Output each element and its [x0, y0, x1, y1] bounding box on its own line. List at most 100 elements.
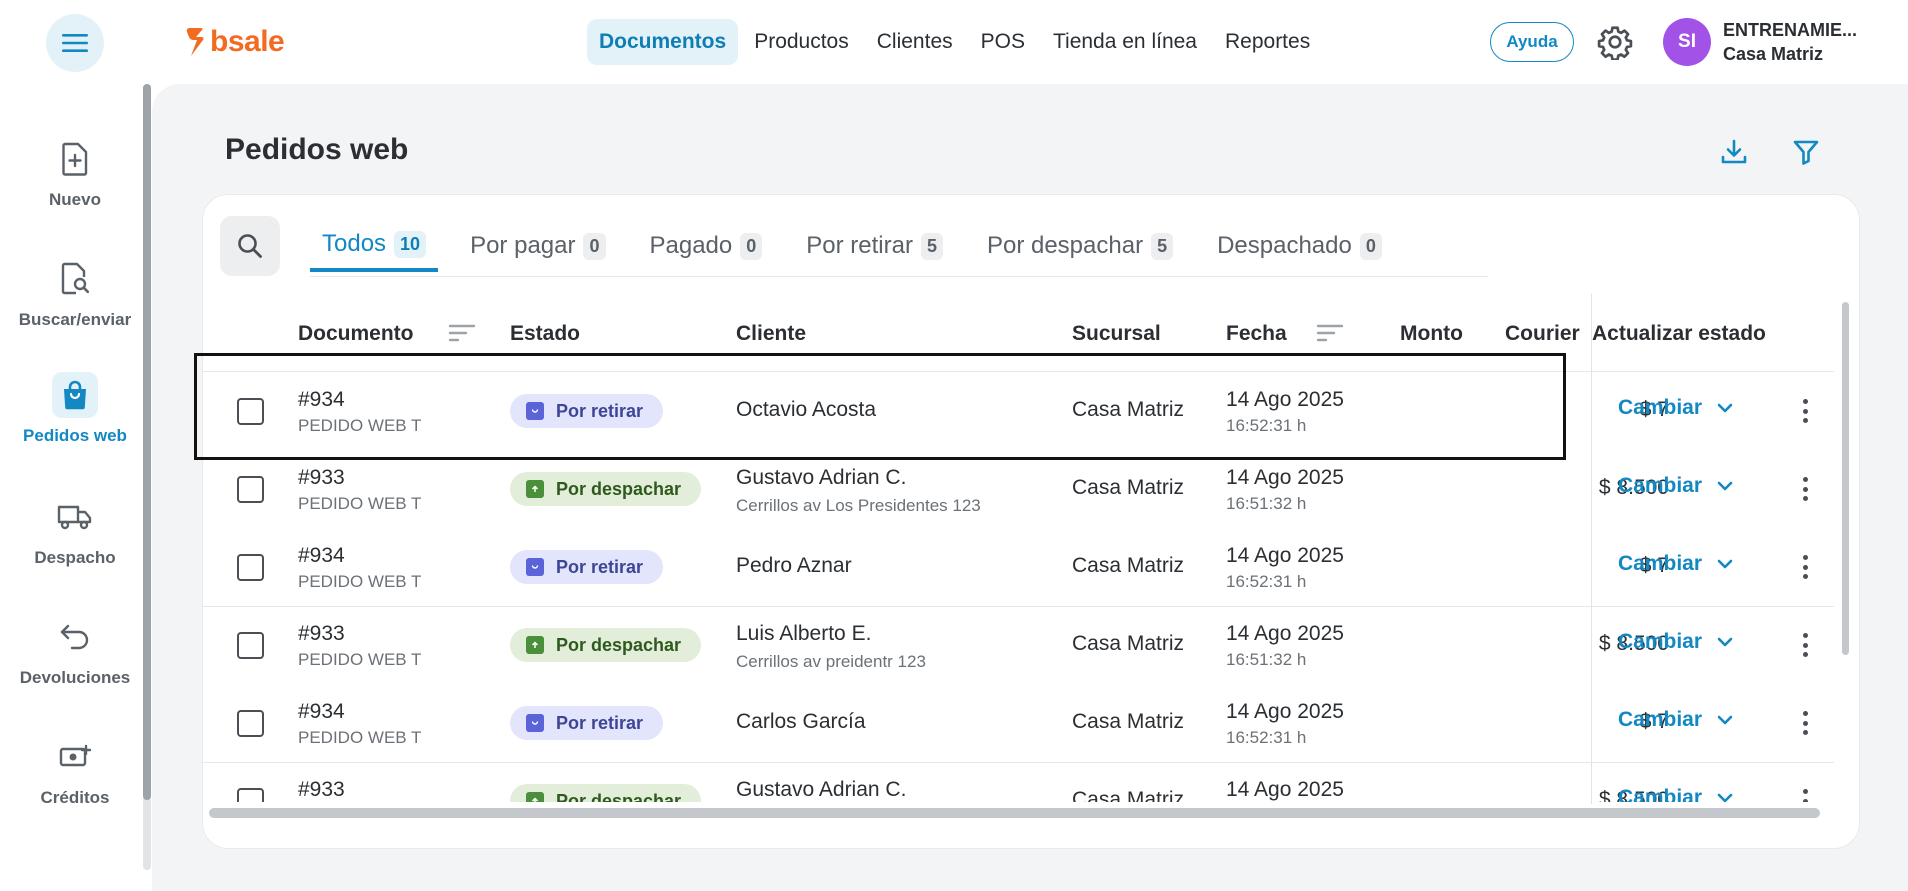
- chevron-down-icon: [1717, 715, 1733, 725]
- chevron-down-icon: [1717, 481, 1733, 491]
- sidebar-item-creditos[interactable]: Créditos: [0, 734, 150, 808]
- tab-por-retirar[interactable]: Por retirar 5: [794, 220, 955, 272]
- tab-por-despachar[interactable]: Por despachar 5: [975, 220, 1185, 272]
- order-time: 16:52:31 h: [1226, 572, 1307, 591]
- document-number: #933: [298, 622, 345, 645]
- nav-productos[interactable]: Productos: [742, 19, 861, 65]
- tab-count: 0: [583, 232, 606, 260]
- search-button[interactable]: [220, 216, 280, 276]
- more-options-icon[interactable]: [1798, 552, 1812, 582]
- row-checkbox[interactable]: [237, 710, 264, 737]
- sidebar-item-devoluciones[interactable]: Devoluciones: [0, 614, 150, 688]
- nav-documentos[interactable]: Documentos: [587, 19, 739, 65]
- selected-row-highlight: [194, 353, 1566, 460]
- change-status-dropdown[interactable]: Cambiar: [1618, 708, 1734, 732]
- tab-count: 5: [920, 232, 943, 260]
- user-info[interactable]: ENTRENAMIE... Casa Matriz: [1723, 18, 1857, 66]
- sidebar-label-buscar-enviar: Buscar/enviar: [18, 310, 132, 329]
- avatar[interactable]: SI: [1663, 18, 1711, 66]
- sidebar-item-buscar-enviar[interactable]: Buscar/enviar: [0, 256, 150, 330]
- branch-name: Casa Matriz: [1072, 476, 1185, 499]
- tab-todos[interactable]: Todos 10: [310, 220, 439, 272]
- tab-por-pagar[interactable]: Por pagar 0: [458, 220, 617, 272]
- search-icon: [238, 234, 262, 258]
- column-header-estado[interactable]: Estado: [510, 322, 580, 346]
- table-horizontal-scrollbar[interactable]: [209, 808, 1820, 818]
- change-status-dropdown[interactable]: Cambiar: [1618, 396, 1734, 420]
- document-number: #933: [298, 466, 345, 489]
- change-label: Cambiar: [1618, 708, 1703, 731]
- more-options-icon[interactable]: [1798, 630, 1812, 660]
- sidebar-label-despacho: Despacho: [34, 548, 116, 567]
- table-row[interactable]: #933 Por despachar Gustavo Adrian C. Cas…: [202, 762, 1834, 802]
- nav-tienda-en-linea[interactable]: Tienda en línea: [1041, 19, 1209, 65]
- status-tabs: Todos 10 Por pagar 0 Pagado 0 Por retira…: [310, 220, 1414, 276]
- table-row[interactable]: #933 PEDIDO WEB T Por despachar Luis Alb…: [202, 606, 1834, 684]
- table-row[interactable]: #934 PEDIDO WEB T Por retirar Carlos Gar…: [202, 684, 1834, 762]
- column-header-sucursal[interactable]: Sucursal: [1072, 322, 1161, 346]
- row-checkbox[interactable]: [237, 788, 264, 802]
- nav-reportes[interactable]: Reportes: [1213, 19, 1322, 65]
- shopping-bag-icon: [526, 558, 544, 576]
- document-type: PEDIDO WEB T: [298, 728, 422, 747]
- nav-pos[interactable]: POS: [969, 19, 1037, 65]
- filter-button[interactable]: [1786, 132, 1826, 172]
- column-header-courier[interactable]: Courier: [1505, 322, 1580, 346]
- more-options-icon[interactable]: [1798, 708, 1812, 738]
- table-row[interactable]: #934 PEDIDO WEB T Por retirar Pedro Azna…: [202, 528, 1834, 606]
- brand-logo[interactable]: bsale: [184, 22, 285, 62]
- status-label: Por despachar: [556, 634, 682, 655]
- change-status-dropdown[interactable]: Cambiar: [1618, 552, 1734, 576]
- column-header-cliente[interactable]: Cliente: [736, 322, 806, 346]
- table-vertical-scrollbar[interactable]: [1842, 302, 1849, 655]
- tab-count: 0: [1359, 232, 1382, 260]
- status-label: Por despachar: [556, 478, 682, 499]
- more-options-icon[interactable]: [1798, 396, 1812, 426]
- branch-name: Casa Matriz: [1072, 554, 1185, 577]
- branch-name: Casa Matriz: [1072, 788, 1185, 802]
- change-status-dropdown[interactable]: Cambiar: [1618, 630, 1734, 654]
- chevron-down-icon: [1717, 637, 1733, 647]
- page-title: Pedidos web: [225, 133, 409, 166]
- nav-clientes[interactable]: Clientes: [865, 19, 965, 65]
- brand-mark-icon: [186, 28, 204, 56]
- tab-pagado[interactable]: Pagado 0: [638, 220, 775, 272]
- truck-icon: [52, 494, 98, 540]
- sidebar-scrollbar-thumb[interactable]: [143, 84, 151, 800]
- change-label: Cambiar: [1618, 786, 1703, 802]
- brand-name: bsale: [210, 25, 285, 58]
- change-status-dropdown[interactable]: Cambiar: [1618, 474, 1734, 498]
- top-bar: bsale Documentos Productos Clientes POS …: [0, 0, 1908, 84]
- more-options-icon[interactable]: [1798, 786, 1812, 802]
- help-button[interactable]: Ayuda: [1490, 22, 1574, 62]
- change-label: Cambiar: [1618, 630, 1703, 653]
- sidebar-item-nuevo[interactable]: Nuevo: [0, 136, 150, 210]
- sort-icon[interactable]: [1316, 322, 1344, 344]
- order-date: 14 Ago 2025: [1226, 778, 1344, 801]
- chevron-down-icon: [1717, 559, 1733, 569]
- change-status-dropdown[interactable]: Cambiar: [1618, 786, 1734, 802]
- client-name: Carlos García: [736, 710, 866, 733]
- status-badge: Por retirar: [510, 550, 664, 584]
- row-checkbox[interactable]: [237, 632, 264, 659]
- row-checkbox[interactable]: [237, 554, 264, 581]
- column-header-monto[interactable]: Monto: [1400, 322, 1463, 346]
- document-number: #933: [298, 778, 345, 801]
- gear-icon[interactable]: [1597, 24, 1633, 60]
- tab-label: Todos: [322, 230, 387, 257]
- status-badge: Por despachar: [510, 472, 702, 506]
- column-header-documento[interactable]: Documento: [298, 322, 414, 346]
- download-button[interactable]: [1714, 132, 1754, 172]
- status-badge: Por despachar: [510, 784, 702, 802]
- change-label: Cambiar: [1618, 396, 1703, 419]
- sort-icon[interactable]: [448, 322, 476, 344]
- table-row[interactable]: #933 PEDIDO WEB T Por despachar Gustavo …: [202, 450, 1834, 528]
- sidebar-item-despacho[interactable]: Despacho: [0, 494, 150, 568]
- menu-button[interactable]: [46, 14, 104, 72]
- column-header-fecha[interactable]: Fecha: [1226, 322, 1287, 346]
- row-checkbox[interactable]: [237, 476, 264, 503]
- more-options-icon[interactable]: [1798, 474, 1812, 504]
- tab-despachado[interactable]: Despachado 0: [1205, 220, 1394, 272]
- user-branch: Casa Matriz: [1723, 44, 1824, 64]
- sidebar-item-pedidos-web[interactable]: Pedidos web: [0, 372, 150, 446]
